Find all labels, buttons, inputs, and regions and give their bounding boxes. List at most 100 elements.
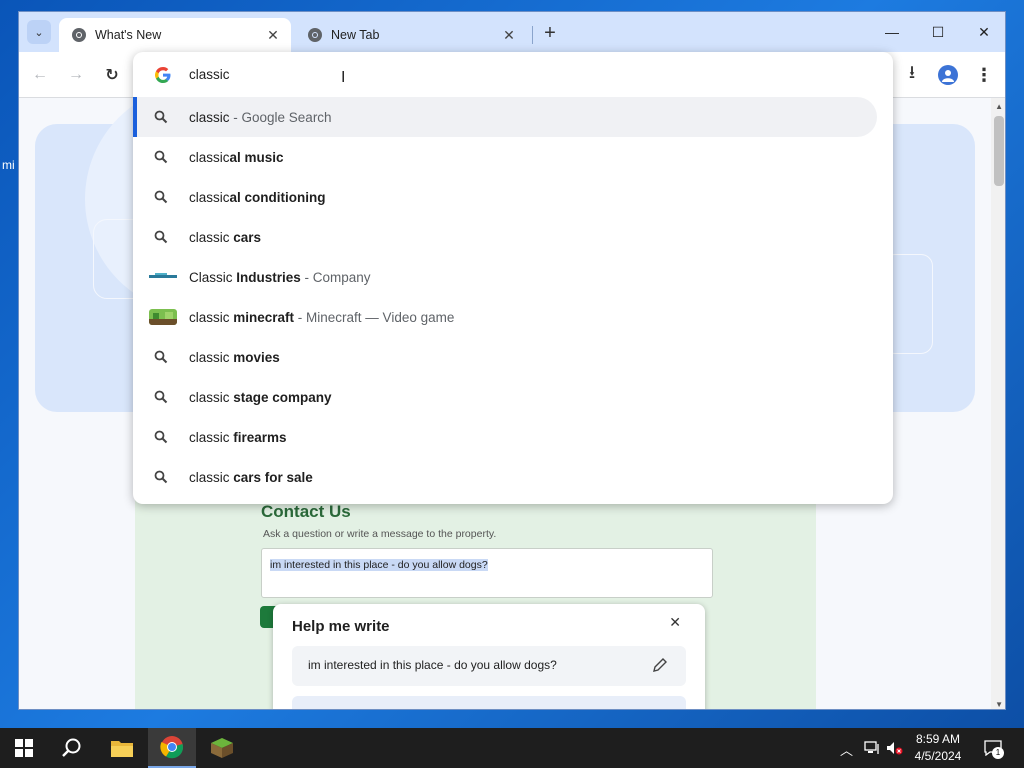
scroll-down-arrow[interactable]: ▼: [995, 700, 1003, 709]
suggestion-query-part: classic: [189, 109, 230, 125]
tab-title: What's New: [95, 28, 162, 42]
suggestion-text: classical music: [189, 150, 284, 165]
help-me-write-panel: Help me write ✕ im interested in this pl…: [273, 604, 705, 709]
maximize-button[interactable]: ☐: [923, 20, 953, 44]
kebab-menu-icon: ⋮: [975, 64, 993, 85]
tab-new-tab[interactable]: New Tab ✕: [295, 18, 527, 52]
omnibox-suggestion[interactable]: classic - Google Search: [133, 97, 877, 137]
search-icon: [154, 430, 168, 444]
minimize-button[interactable]: —: [877, 20, 907, 44]
helper-suggestion-text: im interested in this place - do you all…: [308, 658, 557, 672]
minecraft-icon: [211, 738, 233, 758]
search-button[interactable]: [48, 728, 96, 768]
google-logo-icon: [155, 67, 171, 83]
suggestion-text: classic minecraft - Minecraft — Video ga…: [189, 310, 454, 325]
system-clock[interactable]: 8:59 AM 4/5/2024: [906, 731, 970, 765]
omnibox-suggestion[interactable]: classic cars: [133, 217, 893, 257]
forward-button[interactable]: →: [65, 64, 87, 86]
start-button[interactable]: [0, 728, 48, 768]
omnibox-suggestion[interactable]: classic cars for sale: [133, 457, 893, 497]
pencil-icon[interactable]: [652, 657, 668, 673]
scroll-up-arrow[interactable]: ▲: [995, 102, 1003, 111]
helper-suggestion[interactable]: im interested in this place - do you all…: [292, 646, 686, 686]
chevron-up-icon[interactable]: ︿: [840, 740, 853, 759]
search-tabs-button[interactable]: ⌄: [27, 20, 51, 44]
suggestion-text: classical conditioning: [189, 190, 326, 205]
download-button[interactable]: ⭳: [901, 62, 923, 86]
contact-subtitle: Ask a question or write a message to the…: [263, 528, 497, 540]
search-icon: [154, 350, 168, 364]
suggestion-query-part: classic: [189, 189, 230, 205]
suggestion-completion: firearms: [233, 429, 287, 445]
helper-input-bar[interactable]: [292, 696, 686, 709]
omnibox-input[interactable]: classic I: [133, 52, 893, 96]
suggestion-query-part: classic: [189, 349, 234, 365]
profile-button[interactable]: [937, 64, 959, 86]
suggestion-description: - Company: [300, 269, 371, 285]
chrome-icon: [72, 28, 86, 42]
tab-title: New Tab: [331, 28, 380, 42]
omnibox-suggestion[interactable]: classic stage company: [133, 377, 893, 417]
back-button[interactable]: ←: [29, 64, 51, 86]
suggestion-query-part: classic: [189, 429, 234, 445]
folder-icon: [111, 741, 133, 757]
close-icon[interactable]: ✕: [669, 614, 681, 631]
suggestion-completion: al conditioning: [229, 189, 326, 205]
minecraft-thumbnail: [149, 309, 177, 325]
suggestion-query-part: classic: [189, 469, 234, 485]
suggestion-query-part: Classic: [189, 269, 237, 285]
search-icon: [154, 230, 168, 244]
omnibox-suggestion[interactable]: classic firearms: [133, 417, 893, 457]
search-icon: [154, 190, 168, 204]
suggestion-completion: cars: [233, 229, 262, 245]
message-textarea[interactable]: im interested in this place - do you all…: [261, 548, 713, 598]
suggestion-text: classic cars for sale: [189, 470, 313, 485]
suggestion-text: classic stage company: [189, 390, 332, 405]
omnibox-suggestion[interactable]: Classic Industries - Company: [133, 257, 893, 297]
chrome-taskbar-button[interactable]: [148, 728, 196, 768]
omnibox-suggestion[interactable]: classical music: [133, 137, 893, 177]
reload-button[interactable]: ↻: [101, 64, 123, 86]
search-icon: [154, 390, 168, 404]
new-tab-button[interactable]: +: [539, 23, 561, 45]
suggestion-completion: movies: [233, 349, 280, 365]
suggestion-text: Classic Industries - Company: [189, 270, 371, 285]
suggestion-text: classic firearms: [189, 430, 287, 445]
clock-date: 4/5/2024: [914, 749, 962, 763]
action-center-button[interactable]: 1: [980, 736, 1006, 760]
menu-button[interactable]: ⋮: [973, 64, 995, 86]
browser-window: ⌄ What's New ✕ New Tab ✕ + — ☐ ✕ ← → ↻ ⭳: [18, 11, 1006, 710]
chrome-icon: [160, 736, 184, 759]
suggestion-query-part: classic: [189, 149, 230, 165]
volume-muted-icon[interactable]: [886, 741, 904, 755]
desktop-icon-label[interactable]: mi: [2, 158, 15, 172]
tab-separator: [532, 26, 533, 44]
minecraft-taskbar-button[interactable]: [198, 728, 246, 768]
chrome-icon: [308, 28, 322, 42]
suggestion-list: classic - Google Search classical music cl…: [133, 97, 893, 497]
tab-whats-new[interactable]: What's New ✕: [59, 18, 291, 52]
company-logo: [149, 273, 177, 278]
scroll-thumb[interactable]: [994, 116, 1004, 186]
download-icon: ⭳: [908, 62, 916, 82]
close-tab-icon[interactable]: ✕: [265, 27, 281, 43]
omnibox-suggestion[interactable]: classic movies: [133, 337, 893, 377]
search-icon: [154, 110, 168, 124]
close-tab-icon[interactable]: ✕: [501, 27, 517, 43]
network-icon[interactable]: [864, 741, 880, 755]
tab-strip: ⌄ What's New ✕ New Tab ✕ + — ☐ ✕: [19, 12, 1005, 52]
suggestion-text: classic cars: [189, 230, 261, 245]
omnibox-suggestion[interactable]: classical conditioning: [133, 177, 893, 217]
suggestion-query-part: classic: [189, 309, 234, 325]
close-window-button[interactable]: ✕: [969, 20, 999, 44]
suggestion-completion: cars for sale: [233, 469, 313, 485]
suggestion-query-part: classic: [189, 389, 234, 405]
page-scrollbar[interactable]: ▲ ▼: [991, 98, 1005, 709]
suggestion-text: classic - Google Search: [189, 110, 332, 125]
suggestion-completion: minecraft: [233, 309, 295, 325]
avatar: [938, 65, 958, 85]
omnibox-suggestion[interactable]: classic minecraft - Minecraft — Video ga…: [133, 297, 893, 337]
file-explorer-button[interactable]: [98, 728, 146, 768]
suggestion-description: - Google Search: [229, 109, 332, 125]
suggestion-query-part: classic: [189, 229, 234, 245]
